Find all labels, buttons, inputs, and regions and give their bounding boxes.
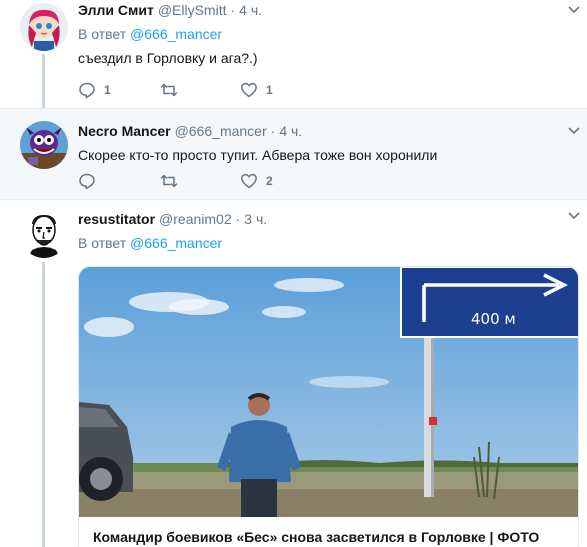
reply-button[interactable]: 1 — [78, 81, 160, 99]
reply-mention-link[interactable]: @666_mancer — [130, 235, 222, 251]
like-icon — [241, 173, 257, 189]
link-card[interactable]: 400 м Командир боевиков «Бес» снова засв… — [78, 266, 579, 547]
reply-button[interactable] — [78, 172, 160, 190]
retweet-icon — [160, 174, 178, 188]
user-handle[interactable]: @666_mancer — [175, 121, 267, 141]
reply-icon — [79, 82, 95, 99]
timestamp[interactable]: 3 ч. — [244, 209, 267, 229]
sign-distance-text: 400 м — [471, 310, 516, 328]
chevron-down-icon[interactable] — [567, 2, 581, 16]
retweet-icon — [160, 83, 178, 97]
like-count: 1 — [266, 83, 273, 97]
tweet-resustitator[interactable]: resustitator @reanim02 · 3 ч. В ответ @6… — [0, 200, 587, 547]
reply-mention-link[interactable]: @666_mancer — [130, 26, 222, 42]
tweet-elly-smit[interactable]: Элли Смит @EllySmitt · 4 ч. В ответ @666… — [0, 0, 587, 108]
tweet-text: Скорее кто-то просто тупит. Абвера тоже … — [78, 147, 438, 163]
reply-prefix: В ответ — [78, 26, 127, 42]
separator-dot: · — [235, 211, 241, 227]
timestamp[interactable]: 4 ч. — [279, 121, 302, 141]
like-count: 2 — [266, 174, 273, 188]
retweet-button[interactable] — [160, 81, 240, 99]
like-icon — [241, 82, 257, 98]
separator-dot: · — [230, 2, 236, 18]
thread-line — [42, 262, 45, 547]
user-handle[interactable]: @EllySmitt — [158, 0, 227, 20]
like-button[interactable]: 1 — [240, 81, 300, 99]
avatar[interactable] — [20, 121, 68, 169]
reply-prefix: В ответ — [78, 235, 127, 251]
card-title[interactable]: Командир боевиков «Бес» снова засветился… — [93, 529, 539, 545]
display-name[interactable]: Элли Смит — [78, 0, 154, 20]
card-image: 400 м — [79, 267, 578, 517]
thread-line — [42, 54, 45, 108]
reply-context: В ответ @666_mancer — [78, 233, 577, 253]
avatar[interactable] — [20, 3, 68, 51]
reply-context: В ответ @666_mancer — [78, 24, 577, 44]
reply-icon — [79, 173, 95, 190]
display-name[interactable]: Necro Mancer — [78, 121, 171, 141]
separator-dot: · — [270, 123, 276, 139]
tweet-necro-mancer[interactable]: Necro Mancer @666_mancer · 4 ч. Скорее к… — [0, 108, 587, 200]
avatar[interactable] — [20, 210, 68, 258]
reply-count: 1 — [104, 83, 111, 97]
timestamp[interactable]: 4 ч. — [239, 0, 262, 20]
chevron-down-icon[interactable] — [567, 123, 581, 137]
display-name[interactable]: resustitator — [78, 209, 155, 229]
chevron-down-icon[interactable] — [567, 208, 581, 222]
user-handle[interactable]: @reanim02 — [159, 209, 232, 229]
like-button[interactable]: 2 — [240, 172, 300, 190]
tweet-text: съездил в Горловку и ага?.) — [78, 50, 258, 66]
retweet-button[interactable] — [160, 172, 240, 190]
